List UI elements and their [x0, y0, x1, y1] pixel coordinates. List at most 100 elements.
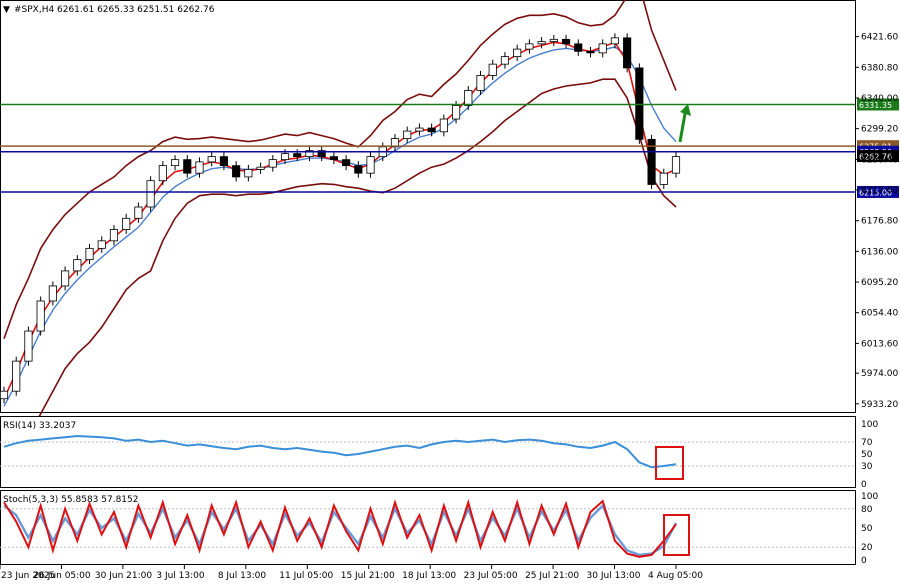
rsi-panel-frame [0, 416, 856, 488]
price-panel-frame [0, 0, 856, 413]
candle-body [561, 38, 571, 45]
time-tick-label: 30 Jul 13:00 [587, 571, 641, 581]
time-tick-label: 8 Jul 13:00 [218, 571, 267, 581]
time-axis: 23 Jun 202526 Jun 05:00 30 Jun 21:00 3 Jul… [0, 565, 703, 581]
price-tick-label: 6013.60 [861, 339, 898, 349]
price-tick-label: 5974.00 [861, 369, 898, 379]
candle-body [476, 75, 485, 91]
candle-body [671, 156, 681, 174]
candle-body [415, 127, 424, 132]
stoch-tick-label: 80 [861, 505, 873, 515]
candle-body [207, 156, 216, 163]
stoch-tick-label: 20 [861, 543, 873, 553]
candle-body [268, 159, 277, 168]
candle-body [183, 159, 192, 174]
time-tick-label: 11 Jul 05:00 [279, 571, 333, 581]
price-tick-label: 6299.20 [861, 125, 898, 135]
header-arrow-icon: ▼ [3, 5, 10, 15]
time-tick-label: 30 Jun 21:00 [95, 571, 152, 581]
time-tick-label: 15 Jul 21:00 [341, 571, 395, 581]
candle-body [61, 270, 70, 287]
price-tick-label: 6217.60 [861, 186, 898, 196]
price-tick-label: 6421.60 [861, 33, 898, 43]
price-tick-label: 6380.80 [861, 63, 898, 73]
candle-body [73, 259, 82, 272]
candle-body [366, 156, 375, 174]
price-tick-label: 6176.80 [861, 217, 898, 227]
header-ohlc: 6261.61 6265.33 6251.51 6262.76 [57, 5, 215, 15]
candle-body [610, 37, 619, 45]
stoch-axis: 100 80 50 20 0 [861, 492, 878, 566]
candle-body [134, 206, 143, 219]
price-axis: 6331.356275.916268.506262.766215.006421.… [855, 33, 899, 410]
candle-body [342, 159, 351, 167]
rsi-label: RSI(14) 33.2037 [3, 421, 76, 431]
candle-body [85, 247, 94, 261]
rsi-tick-label: 0 [861, 480, 867, 490]
stoch-tick-label: 100 [861, 492, 878, 502]
candle-body [598, 43, 607, 54]
chart-canvas: ▼ #SPX,H4 6261.61 6265.33 6251.51 6262.7… [0, 0, 899, 581]
candle-body [195, 161, 204, 174]
candle-body [170, 159, 180, 167]
rsi-panel: RSI(14) 33.2037 [0, 416, 856, 488]
candle-body [146, 180, 155, 208]
candle-body [464, 90, 473, 106]
candle-body [232, 165, 241, 178]
candle-body [158, 165, 167, 182]
candle-body [574, 43, 583, 52]
candle-body [329, 156, 338, 161]
candle-body [513, 48, 522, 58]
candle-body [659, 172, 668, 185]
stoch-tick-label: 0 [861, 556, 867, 566]
candle-body [293, 153, 302, 158]
header-symbol: #SPX,H4 [14, 5, 54, 15]
stoch-label: Stoch(5,3,3) 55.8583 57.8152 [3, 495, 138, 505]
candle-body [635, 67, 644, 140]
candle-body [537, 41, 546, 45]
candle-body [109, 229, 119, 242]
stoch-panel: Stoch(5,3,3) 55.8583 57.8152 [0, 490, 856, 565]
candle-body [24, 330, 33, 362]
time-tick-label: 23 Jul 05:00 [464, 571, 518, 581]
price-tick-label: 5933.20 [861, 400, 898, 410]
candle-body [452, 105, 461, 120]
stoch-tick-label: 50 [861, 524, 873, 534]
rsi-tick-label: 50 [861, 450, 873, 460]
rsi-tick-label: 70 [861, 438, 873, 448]
rsi-tick-label: 100 [861, 420, 878, 430]
candle-body [97, 240, 106, 249]
price-tick-label: 6340.00 [861, 94, 898, 104]
candle-body [439, 118, 448, 133]
time-tick-label: 18 Jul 13:00 [402, 571, 456, 581]
candle-body [219, 156, 228, 167]
price-tick-label: 6054.40 [861, 309, 898, 319]
candle-body [427, 127, 436, 133]
time-tick-label: 25 Jul 21:00 [525, 571, 579, 581]
candle-body [36, 300, 45, 332]
candle-body [122, 217, 131, 230]
time-tick-label: 4 Aug 05:00 [648, 571, 703, 581]
candle-body [354, 165, 363, 174]
candle-body [0, 390, 9, 400]
candle-body [256, 166, 265, 170]
price-tick-label: 6136.00 [861, 247, 898, 257]
price-panel: ▼ #SPX,H4 6261.61 6265.33 6251.51 6262.7… [0, 0, 856, 460]
candle-body [12, 360, 21, 392]
candle-body [525, 43, 534, 50]
candle-body [403, 130, 412, 139]
rsi-tick-label: 30 [861, 462, 873, 472]
price-tick-label: 6258.40 [861, 155, 898, 165]
price-tick-label: 6095.20 [861, 278, 898, 288]
time-tick-label: 26 Jun 05:00 [33, 571, 90, 581]
candle-body [500, 56, 510, 65]
time-tick-label: 3 Jul 13:00 [156, 571, 205, 581]
candle-body [549, 38, 558, 42]
candle-body [488, 63, 497, 76]
candle-body [586, 50, 595, 54]
candle-body [280, 153, 290, 161]
candle-body [48, 285, 57, 302]
candle-body [623, 37, 632, 69]
rsi-axis: 100 70 50 30 0 [861, 420, 878, 490]
candle-body [244, 169, 253, 178]
